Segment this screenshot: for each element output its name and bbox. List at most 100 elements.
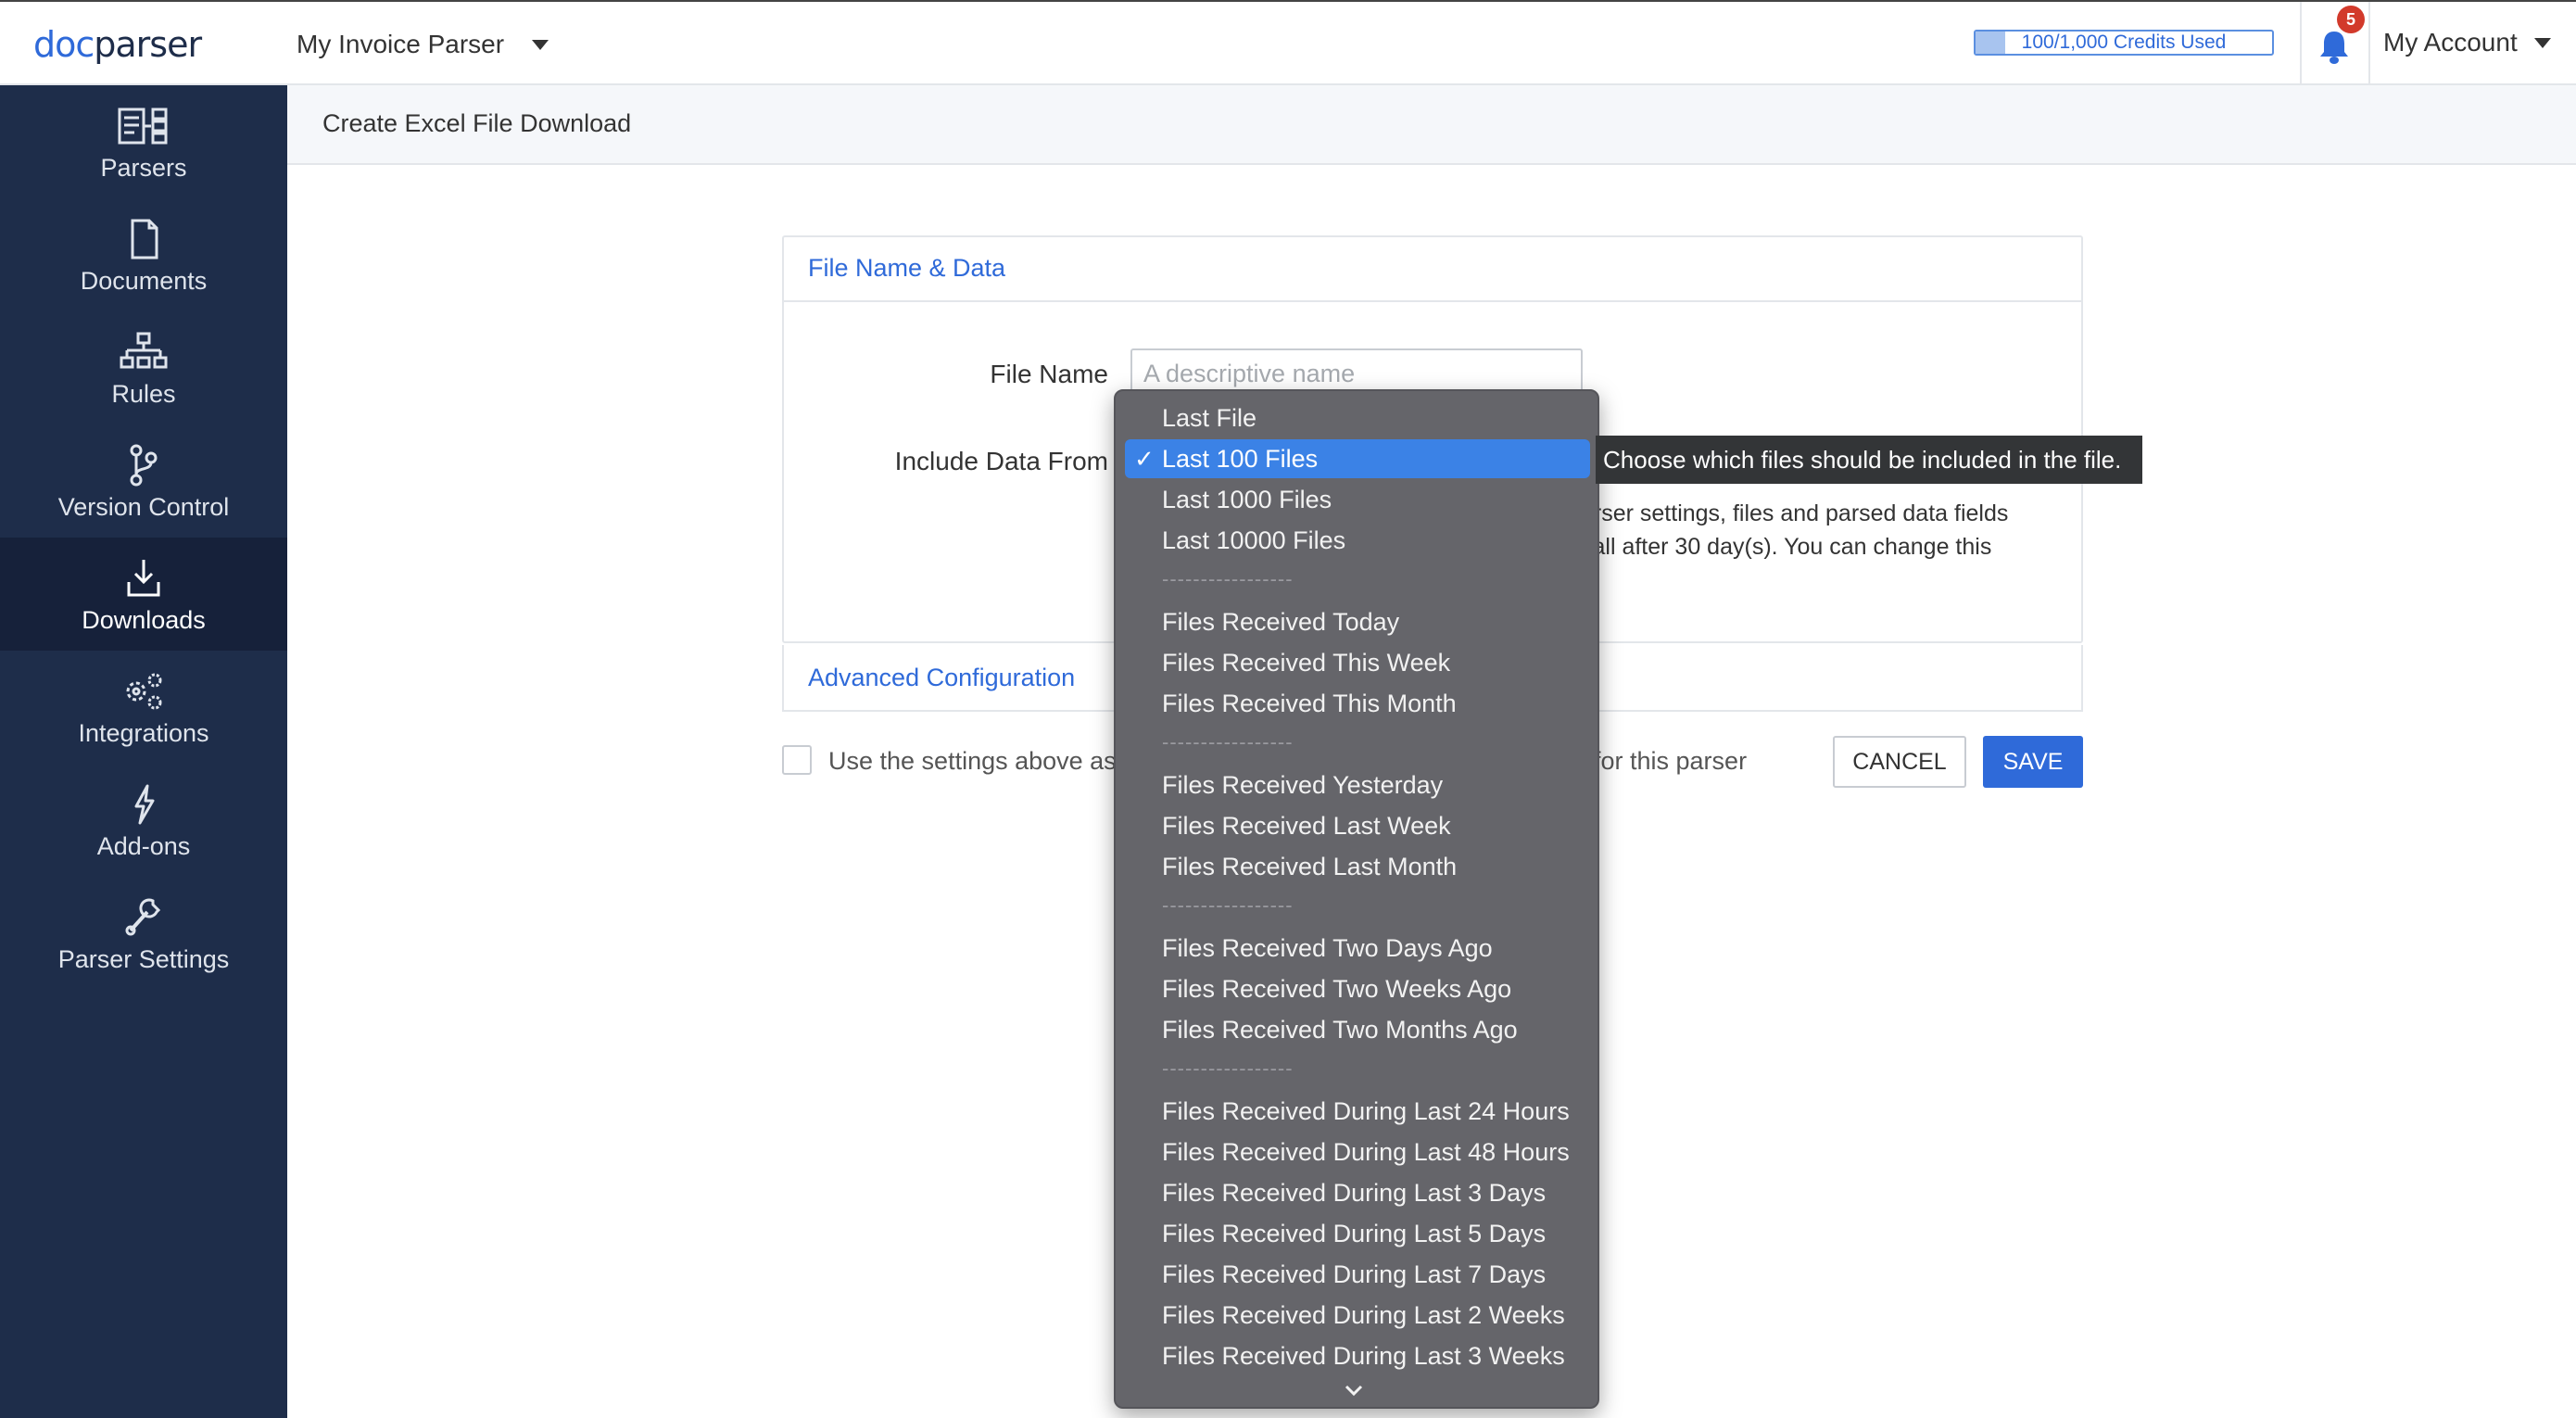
dropdown-option[interactable]: Files Received Two Weeks Ago xyxy=(1125,969,1590,1008)
dropdown-option[interactable]: Files Received During Last 7 Days xyxy=(1125,1255,1590,1294)
rules-icon xyxy=(120,332,168,369)
logo-suffix: parser xyxy=(94,24,202,65)
notification-badge: 5 xyxy=(2337,6,2365,33)
dropdown-option-label: Files Received During Last 7 Days xyxy=(1162,1260,1547,1288)
sidebar-item-documents[interactable]: Documents xyxy=(0,198,287,311)
integrations-icon xyxy=(126,673,162,710)
chevron-down-icon xyxy=(2533,37,2551,48)
divider xyxy=(2300,2,2302,87)
breadcrumb: Create Excel File Download xyxy=(322,109,632,137)
breadcrumb-bar: Create Excel File Download xyxy=(287,85,2576,165)
dropdown-option[interactable]: Files Received Last Week xyxy=(1125,806,1590,845)
default-settings-checkbox[interactable] xyxy=(782,745,812,775)
checkbox-label: Use the settings above as xyxy=(828,747,1117,775)
file-name-label: File Name xyxy=(990,360,1108,388)
addons-icon xyxy=(134,784,155,825)
dropdown-option-label: Files Received Two Weeks Ago xyxy=(1162,975,1512,1003)
save-button[interactable]: SAVE xyxy=(1983,736,2083,788)
wrench-icon xyxy=(125,898,161,936)
card-header[interactable]: File Name & Data xyxy=(784,237,2081,302)
logo-prefix: doc xyxy=(33,24,95,65)
dropdown-option-label: Last 100 Files xyxy=(1162,445,1319,473)
checkmark-icon: ✓ xyxy=(1134,445,1155,473)
dropdown-option-label: Files Received During Last 3 Weeks xyxy=(1162,1342,1565,1370)
sidebar-item-rules[interactable]: Rules xyxy=(0,311,287,424)
parsers-icon xyxy=(118,108,168,145)
sidebar-item-version-control[interactable]: Version Control xyxy=(0,424,287,538)
dropdown-option[interactable]: ✓ Last 100 Files xyxy=(1125,439,1590,478)
dropdown-option-label: Files Received During Last 3 Days xyxy=(1162,1179,1547,1207)
card-title[interactable]: File Name & Data xyxy=(808,254,1005,283)
dropdown-option[interactable]: Files Received During Last 5 Days xyxy=(1125,1214,1590,1253)
account-menu[interactable]: My Account xyxy=(2383,28,2551,57)
dropdown-option[interactable]: Files Received Two Months Ago xyxy=(1125,1010,1590,1049)
dropdown-option[interactable]: Last File xyxy=(1125,399,1590,437)
download-icon xyxy=(127,560,160,597)
dropdown-option-label: Last 1000 Files xyxy=(1162,486,1332,513)
sidebar-item-addons[interactable]: Add-ons xyxy=(0,764,287,877)
sidebar-item-parsers[interactable]: Parsers xyxy=(0,85,287,198)
sidebar-item-integrations[interactable]: Integrations xyxy=(0,651,287,764)
help-line: arser settings, files and parsed data fi… xyxy=(1581,500,2009,526)
help-line: call after 30 day(s). You can change thi… xyxy=(1581,534,1992,560)
dropdown-option[interactable]: Files Received Yesterday xyxy=(1125,766,1590,804)
help-text: arser settings, files and parsed data fi… xyxy=(1581,497,2063,563)
dropdown-option-label: Files Received Last Week xyxy=(1162,812,1451,840)
docparser-logo[interactable]: docparser xyxy=(33,24,202,65)
sidebar-item-label: Version Control xyxy=(57,493,230,521)
dropdown-option-label: Files Received This Month xyxy=(1162,690,1457,717)
dropdown-option[interactable]: Files Received During Last 3 Weeks xyxy=(1125,1336,1590,1375)
sidebar: Parsers Documents Rules Version Control … xyxy=(0,85,287,1418)
parser-selector[interactable]: My Invoice Parser xyxy=(297,30,549,59)
tooltip: Choose which files should be included in… xyxy=(1596,436,2142,484)
sidebar-item-label: Integrations xyxy=(78,719,209,747)
sidebar-item-label: Add-ons xyxy=(96,832,191,860)
cancel-button[interactable]: CANCEL xyxy=(1833,736,1966,788)
sidebar-item-label: Rules xyxy=(111,380,176,408)
checkbox-label-end: for this parser xyxy=(1594,747,1748,775)
dropdown-option-label: Last 10000 Files xyxy=(1162,526,1346,554)
chevron-down-icon xyxy=(532,39,549,50)
sidebar-item-label: Documents xyxy=(80,267,208,295)
dropdown-separator: ----------------- xyxy=(1162,567,1294,590)
sidebar-item-downloads[interactable]: Downloads xyxy=(0,538,287,651)
dropdown-option-label: Files Received Last Month xyxy=(1162,853,1458,880)
dropdown-option[interactable]: Files Received This Week xyxy=(1125,643,1590,682)
dropdown-option[interactable]: Files Received Two Days Ago xyxy=(1125,929,1590,968)
dropdown-option-label: Files Received During Last 2 Weeks xyxy=(1162,1301,1565,1329)
sidebar-item-label: Parser Settings xyxy=(57,945,230,973)
dropdown-option[interactable]: Files Received This Month xyxy=(1125,684,1590,723)
dropdown-option-label: Files Received This Week xyxy=(1162,649,1451,677)
dropdown-option[interactable]: Files Received During Last 3 Days xyxy=(1125,1173,1590,1212)
parser-name: My Invoice Parser xyxy=(297,30,505,58)
bell-icon[interactable] xyxy=(2317,28,2352,65)
include-data-dropdown-menu[interactable]: Last File ✓ Last 100 Files Last 1000 Files L… xyxy=(1114,389,1599,1409)
dropdown-option[interactable]: Files Received Today xyxy=(1125,602,1590,641)
advanced-configuration-title[interactable]: Advanced Configuration xyxy=(808,664,1075,692)
dropdown-option[interactable]: Files Received During Last 24 Hours xyxy=(1125,1092,1590,1131)
credits-text: 100/1,000 Credits Used xyxy=(2021,32,2227,53)
sidebar-item-label: Downloads xyxy=(82,606,206,634)
sidebar-item-parser-settings[interactable]: Parser Settings xyxy=(0,877,287,990)
dropdown-option[interactable]: Files Received During Last 2 Weeks xyxy=(1125,1296,1590,1335)
credits-usage-bar: 100/1,000 Credits Used xyxy=(1974,30,2274,56)
credits-fill xyxy=(1976,32,2005,54)
dropdown-option-label: Files Received During Last 48 Hours xyxy=(1162,1138,1570,1166)
version-control-icon xyxy=(130,444,158,487)
account-label: My Account xyxy=(2383,28,2518,57)
dropdown-option[interactable]: Last 10000 Files xyxy=(1125,521,1590,560)
chevron-down-icon[interactable] xyxy=(1343,1383,1365,1398)
dropdown-separator: ----------------- xyxy=(1162,1057,1294,1080)
dropdown-option[interactable]: Last 1000 Files xyxy=(1125,480,1590,519)
dropdown-option-label: Files Received Today xyxy=(1162,608,1400,636)
top-bar: docparser My Invoice Parser 100/1,000 Cr… xyxy=(0,0,2576,87)
dropdown-option-label: Files Received Two Months Ago xyxy=(1162,1016,1518,1044)
dropdown-option[interactable]: Files Received During Last 48 Hours xyxy=(1125,1133,1590,1171)
include-data-label: Include Data From xyxy=(894,447,1108,475)
dropdown-option-label: Files Received During Last 5 Days xyxy=(1162,1220,1547,1247)
dropdown-option-label: Files Received Two Days Ago xyxy=(1162,934,1493,962)
document-icon xyxy=(131,219,158,260)
dropdown-option[interactable]: Files Received Last Month xyxy=(1125,847,1590,886)
dropdown-option-label: Files Received Yesterday xyxy=(1162,771,1444,799)
dropdown-option-label: Files Received During Last 24 Hours xyxy=(1162,1097,1570,1125)
